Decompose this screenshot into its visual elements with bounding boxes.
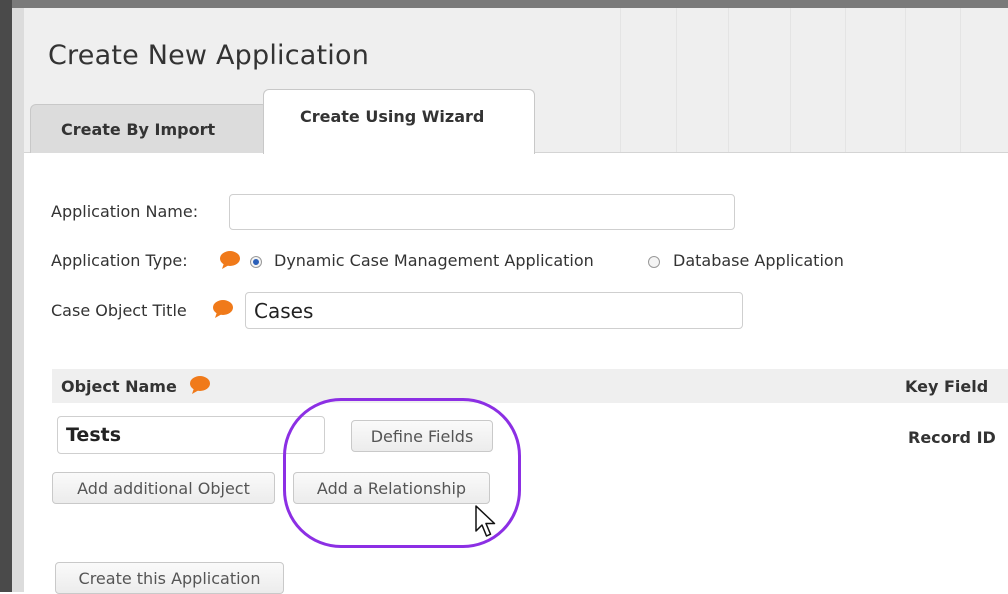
help-chat-icon[interactable] — [212, 299, 234, 319]
header-divider — [676, 8, 677, 153]
radio-dynamic-case-management-label: Dynamic Case Management Application — [274, 251, 594, 270]
radio-database-application[interactable] — [648, 256, 660, 268]
application-name-label: Application Name: — [51, 202, 199, 221]
help-chat-icon[interactable] — [219, 250, 241, 270]
window-top-border — [0, 0, 1008, 8]
mouse-cursor-icon — [475, 505, 496, 537]
add-additional-object-button[interactable]: Add additional Object — [52, 472, 275, 504]
header-divider — [960, 8, 961, 153]
radio-dynamic-case-management[interactable] — [250, 256, 262, 268]
object-name-header: Object Name — [61, 377, 177, 396]
case-object-title-input[interactable] — [245, 292, 743, 329]
window-left-gutter — [12, 8, 24, 592]
active-tab-join — [264, 150, 534, 154]
create-application-button[interactable]: Create this Application — [55, 562, 284, 594]
key-field-header: Key Field — [905, 377, 989, 396]
tab-create-using-wizard[interactable]: Create Using Wizard — [263, 89, 535, 154]
tab-create-by-import[interactable]: Create By Import — [30, 104, 268, 153]
application-type-label: Application Type: — [51, 251, 188, 270]
application-name-input[interactable] — [229, 194, 735, 230]
header-divider — [845, 8, 846, 153]
dialog-title: Create New Application — [48, 40, 370, 71]
header-divider — [620, 8, 621, 153]
help-chat-icon[interactable] — [189, 375, 211, 395]
radio-database-application-label: Database Application — [673, 251, 844, 270]
window-left-border — [0, 0, 12, 592]
header-divider — [905, 8, 906, 153]
key-field-value: Record ID — [908, 428, 996, 447]
header-divider — [728, 8, 729, 153]
case-object-title-label: Case Object Title — [51, 301, 187, 320]
header-divider — [790, 8, 791, 153]
